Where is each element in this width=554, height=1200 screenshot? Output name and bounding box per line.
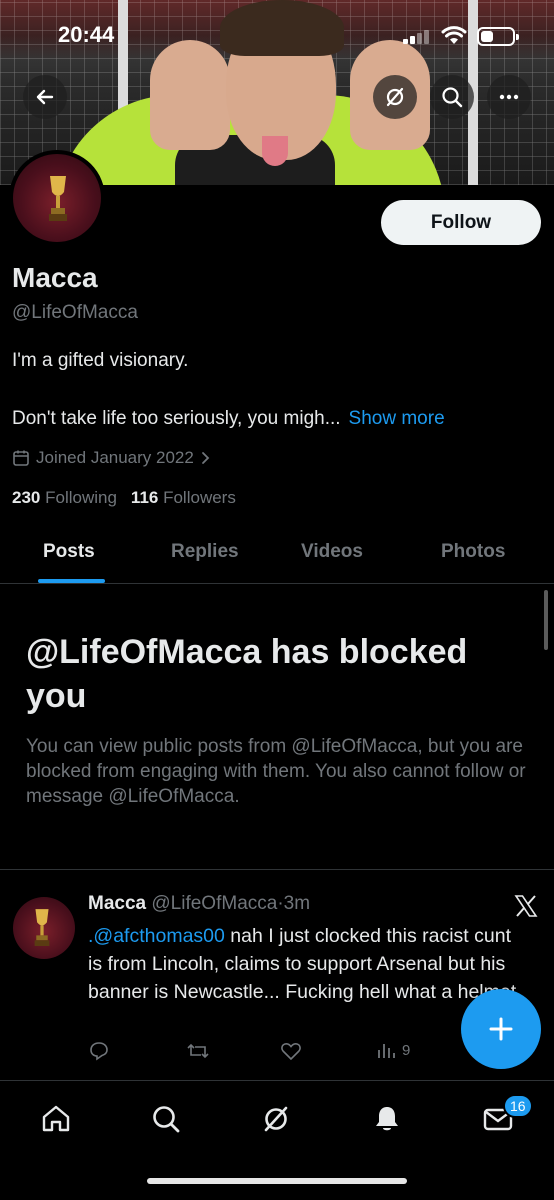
calendar-icon — [13, 450, 29, 466]
views-count: 9 — [402, 1041, 411, 1059]
cellular-signal-icon — [403, 28, 433, 44]
follow-button[interactable]: Follow — [381, 200, 541, 245]
bell-icon — [376, 1107, 398, 1131]
arrow-left-icon — [36, 89, 54, 105]
nav-grok[interactable] — [258, 1101, 294, 1137]
tab-posts[interactable]: Posts — [43, 541, 95, 563]
joined-date[interactable]: Joined January 2022 — [12, 448, 212, 468]
chevron-right-icon — [201, 452, 210, 464]
plus-icon — [489, 1017, 513, 1041]
blocked-title: @LifeOfMacca has blocked you — [26, 633, 468, 715]
followers-count: 116 — [130, 488, 159, 507]
following-count: 230 — [12, 488, 41, 507]
followers-link[interactable]: 116 Followers — [131, 488, 236, 507]
tweet-mention[interactable]: .@afcthomas00 — [88, 925, 225, 947]
profile-name: Macca — [12, 262, 98, 293]
following-label: Following — [45, 488, 117, 507]
more-options-button[interactable] — [487, 75, 531, 119]
battery-icon — [477, 27, 519, 46]
search-icon — [153, 1106, 180, 1133]
trophy-icon — [34, 909, 50, 946]
messages-badge: 16 — [503, 1094, 533, 1118]
tweet-time: ·3m — [277, 893, 311, 914]
tweet-handle[interactable]: @LifeOfMacca — [151, 893, 277, 914]
tab-photos[interactable]: Photos — [441, 541, 505, 563]
status-bar: 20:44 — [0, 0, 554, 70]
tweet-author[interactable]: Macca — [88, 893, 146, 914]
back-button[interactable] — [23, 75, 67, 119]
profile-bio-truncated: Don't take life too seriously, you migh.… — [12, 408, 445, 430]
compose-post-button[interactable] — [461, 989, 541, 1069]
tab-videos[interactable]: Videos — [301, 541, 363, 563]
tab-replies[interactable]: Replies — [171, 541, 239, 563]
more-horizontal-icon — [499, 94, 519, 100]
profile-avatar[interactable] — [9, 150, 105, 246]
profile-handle: @LifeOfMacca — [12, 302, 138, 323]
bar-chart-icon — [378, 1044, 395, 1058]
tweet-text[interactable]: .@afcthomas00 nah I just clocked this ra… — [88, 922, 528, 1006]
following-link[interactable]: 230 Following — [12, 488, 117, 507]
trophy-icon — [49, 176, 67, 221]
grok-icon — [386, 87, 404, 107]
reply-button[interactable] — [88, 1040, 110, 1062]
like-button[interactable] — [280, 1040, 302, 1062]
wifi-icon — [441, 26, 467, 44]
grok-button[interactable] — [373, 75, 417, 119]
home-icon — [42, 1105, 70, 1132]
heart-icon — [281, 1043, 301, 1061]
followers-label: Followers — [163, 488, 236, 507]
nav-notifications[interactable] — [369, 1101, 405, 1137]
repost-icon — [187, 1043, 209, 1059]
profile-tabs: Posts Replies Videos Photos — [0, 530, 554, 584]
views-button[interactable]: 9 — [376, 1040, 410, 1060]
show-more-link[interactable]: Show more — [349, 408, 445, 429]
home-indicator — [147, 1178, 407, 1184]
search-button[interactable] — [430, 75, 474, 119]
tweet-header: Macca @LifeOfMacca·3m — [88, 893, 310, 915]
grok-icon — [264, 1106, 288, 1132]
status-time: 20:44 — [58, 22, 115, 47]
divider — [0, 869, 554, 870]
active-tab-indicator — [38, 579, 105, 583]
repost-button[interactable] — [186, 1040, 210, 1062]
profile-bio-line: Don't take life too seriously, you migh.… — [12, 408, 341, 429]
nav-search[interactable] — [148, 1101, 184, 1137]
reply-icon — [90, 1042, 108, 1061]
follow-stats: 230 Following 116 Followers — [12, 488, 236, 508]
x-logo-icon — [514, 895, 538, 917]
joined-text: Joined January 2022 — [36, 448, 194, 467]
nav-home[interactable] — [38, 1101, 74, 1137]
profile-bio-line: I'm a gifted visionary. — [12, 350, 189, 371]
tweet-avatar[interactable] — [13, 897, 75, 959]
scrollbar[interactable] — [544, 590, 548, 650]
search-icon — [442, 87, 463, 108]
banner-player-tongue — [262, 136, 288, 166]
blocked-message: You can view public posts from @LifeOfMa… — [26, 736, 526, 807]
